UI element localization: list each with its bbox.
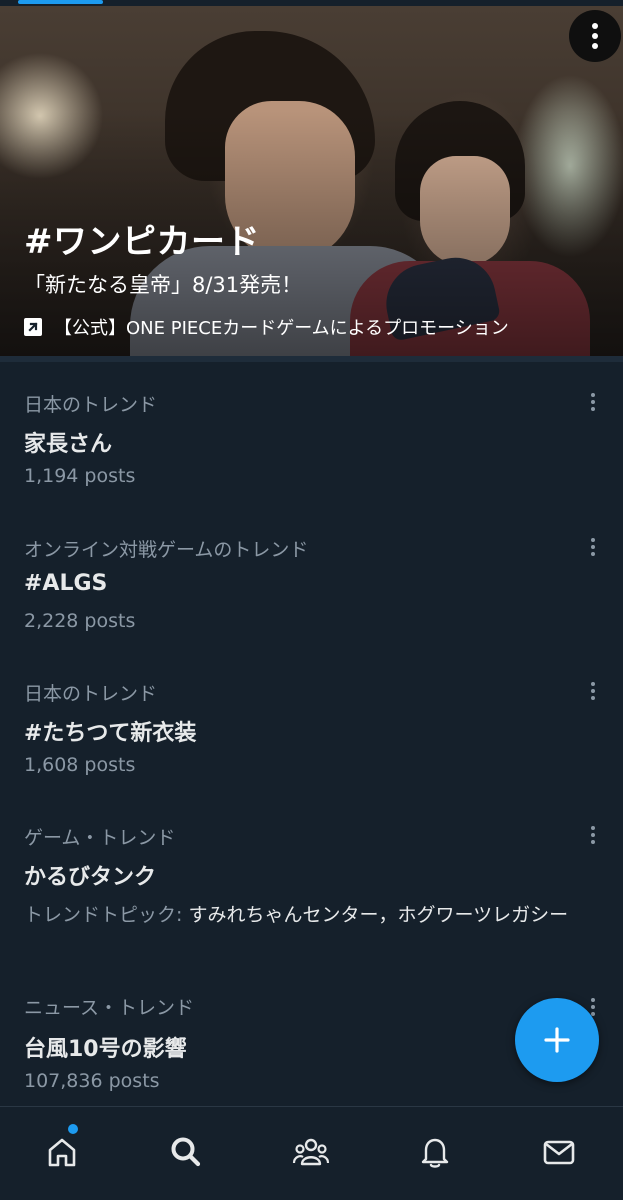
trend-post-count: 2,228 posts <box>24 610 136 632</box>
trend-item[interactable]: ゲーム・トレンド かるびタンク トレンドトピック: すみれちゃんセンター，ホグワ… <box>0 795 623 965</box>
trend-post-count: 1,608 posts <box>24 754 136 776</box>
trend-category: ゲーム・トレンド <box>24 827 176 849</box>
trend-category: ニュース・トレンド <box>24 997 195 1019</box>
messages-icon[interactable] <box>534 1127 584 1177</box>
plus-icon <box>544 1027 570 1053</box>
trend-post-count: 107,836 posts <box>24 1070 160 1092</box>
bottom-navigation <box>0 1106 623 1200</box>
trend-name: #ALGS <box>24 571 108 596</box>
trend-topics-label: トレンドトピック: <box>24 904 183 926</box>
home-unread-dot <box>68 1124 78 1134</box>
trend-more-icon[interactable] <box>582 820 604 850</box>
trend-more-icon[interactable] <box>582 387 604 417</box>
trend-name: かるびタンク <box>24 865 157 890</box>
trend-category: 日本のトレンド <box>24 394 158 416</box>
hero-title: #ワンピカード <box>24 222 260 262</box>
trend-item[interactable]: オンライン対戦ゲームのトレンド #ALGS 2,228 posts <box>0 507 623 647</box>
active-tab-indicator <box>18 0 103 4</box>
trend-name: 台風10号の影響 <box>24 1037 187 1062</box>
promoted-label: 【公式】ONE PIECEカードゲームによるプロモーション <box>24 314 509 340</box>
trend-related-topics: トレンドトピック: すみれちゃんセンター，ホグワーツレガシー <box>24 900 609 931</box>
promoted-by-text: 【公式】ONE PIECEカードゲームによるプロモーション <box>54 318 509 339</box>
more-options-icon[interactable] <box>569 10 621 62</box>
trend-more-icon[interactable] <box>582 532 604 562</box>
trend-topics-list: すみれちゃんセンター，ホグワーツレガシー <box>182 904 569 926</box>
compose-post-button[interactable] <box>515 998 599 1082</box>
hero-image-shade <box>0 6 623 356</box>
hero-subtitle: 「新たなる皇帝」8/31発売！ <box>24 273 303 297</box>
trend-category: 日本のトレンド <box>24 683 158 705</box>
trend-item[interactable]: 日本のトレンド 家長さん 1,194 posts <box>0 362 623 502</box>
promoted-trend-banner[interactable]: #ワンピカード 「新たなる皇帝」8/31発売！ 【公式】ONE PIECEカード… <box>0 6 623 356</box>
search-icon[interactable] <box>161 1127 211 1177</box>
trend-more-icon[interactable] <box>582 676 604 706</box>
trend-category: オンライン対戦ゲームのトレンド <box>24 539 309 561</box>
communities-icon[interactable] <box>286 1127 336 1177</box>
trend-post-count: 1,194 posts <box>24 465 136 487</box>
notifications-icon[interactable] <box>410 1127 460 1177</box>
trend-item[interactable]: 日本のトレンド #たちつて新衣装 1,608 posts <box>0 651 623 791</box>
home-icon[interactable] <box>37 1127 87 1177</box>
trend-name: 家長さん <box>24 432 113 457</box>
promoted-icon <box>24 318 42 336</box>
trend-name: #たちつて新衣装 <box>24 721 197 746</box>
